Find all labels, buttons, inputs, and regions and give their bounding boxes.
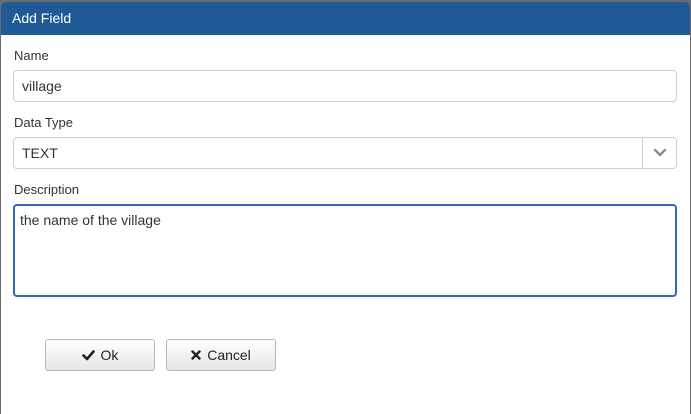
chevron-down-icon[interactable] (642, 138, 676, 168)
name-input[interactable]: village (13, 70, 677, 102)
ok-label: Ok (100, 347, 119, 363)
description-textarea[interactable]: the name of the village (13, 204, 677, 297)
name-label: Name (14, 48, 49, 63)
data-type-label: Data Type (14, 115, 74, 130)
cancel-button[interactable]: Cancel (166, 339, 276, 371)
cancel-label: Cancel (207, 347, 251, 363)
data-type-value: TEXT (22, 145, 58, 161)
ok-button[interactable]: Ok (45, 339, 155, 371)
dialog-title: Add Field (1, 2, 690, 35)
description-label: Description (14, 182, 80, 197)
add-field-dialog: Add Field Name village Data Type TEXT De… (1, 2, 690, 414)
check-icon (81, 349, 95, 361)
data-type-select[interactable]: TEXT (13, 137, 677, 169)
x-icon (191, 350, 201, 360)
